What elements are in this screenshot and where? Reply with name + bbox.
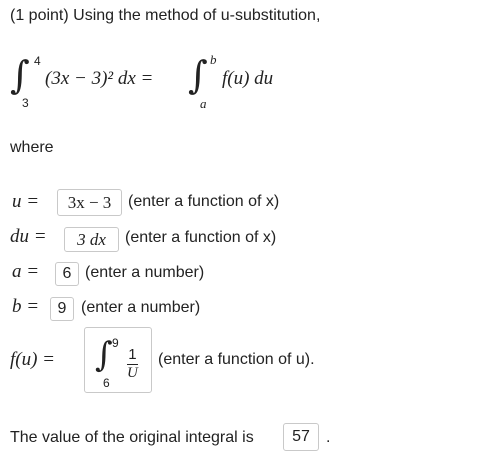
fu-fraction: 1 U xyxy=(127,347,138,382)
a-answer-value: 6 xyxy=(62,265,72,282)
du-hint: (enter a function of x) xyxy=(125,229,277,246)
b-label: b = xyxy=(12,296,40,317)
fu-lower-limit: 6 xyxy=(103,376,110,390)
answer-label: The value of the original integral is xyxy=(10,429,254,446)
fu-answer-field[interactable]: ∫ 9 6 1 U xyxy=(84,327,152,393)
answer-period: . xyxy=(326,429,331,446)
b-answer-field[interactable]: 9 xyxy=(50,297,74,321)
u-answer-value: 3x − 3 xyxy=(67,192,112,212)
integral-sign: ∫ xyxy=(10,53,30,97)
integrand: (3x − 3)² dx = xyxy=(45,68,154,89)
fu-hint: (enter a function of u). xyxy=(158,351,315,368)
u-hint: (enter a function of x) xyxy=(128,193,280,210)
fu-numerator: 1 xyxy=(128,346,137,363)
where-label: where xyxy=(10,139,54,156)
fu-upper-limit: 9 xyxy=(112,336,119,350)
b-answer-value: 9 xyxy=(57,300,67,317)
rhs-upper-limit: b xyxy=(210,52,217,67)
b-hint: (enter a number) xyxy=(81,299,201,316)
integral-equation: ∫ 4 3 (3x − 3)² dx = ∫ b a f(u) du xyxy=(10,52,310,114)
rhs-lower-limit: a xyxy=(200,96,207,111)
answer-field[interactable]: 57 xyxy=(283,423,319,451)
a-answer-field[interactable]: 6 xyxy=(55,262,79,286)
fu-integral-sign: ∫ xyxy=(95,335,113,375)
integral-lower-limit: 3 xyxy=(22,96,29,110)
rhs-integrand: f(u) du xyxy=(222,68,274,89)
fu-label: f(u) = xyxy=(10,349,56,370)
u-label: u = xyxy=(12,191,40,212)
du-answer-field[interactable]: 3 dx xyxy=(64,227,119,252)
du-answer-value: 3 dx xyxy=(77,229,106,249)
u-answer-field[interactable]: 3x − 3 xyxy=(57,189,122,216)
a-hint: (enter a number) xyxy=(85,264,205,281)
fu-denominator: U xyxy=(127,364,138,381)
integral-upper-limit: 4 xyxy=(34,54,41,68)
a-label: a = xyxy=(12,261,40,282)
problem-header: (1 point) Using the method of u-substitu… xyxy=(10,7,321,24)
rhs-integral-sign: ∫ xyxy=(188,53,208,97)
du-label: du = xyxy=(10,226,47,247)
answer-value: 57 xyxy=(292,428,310,445)
